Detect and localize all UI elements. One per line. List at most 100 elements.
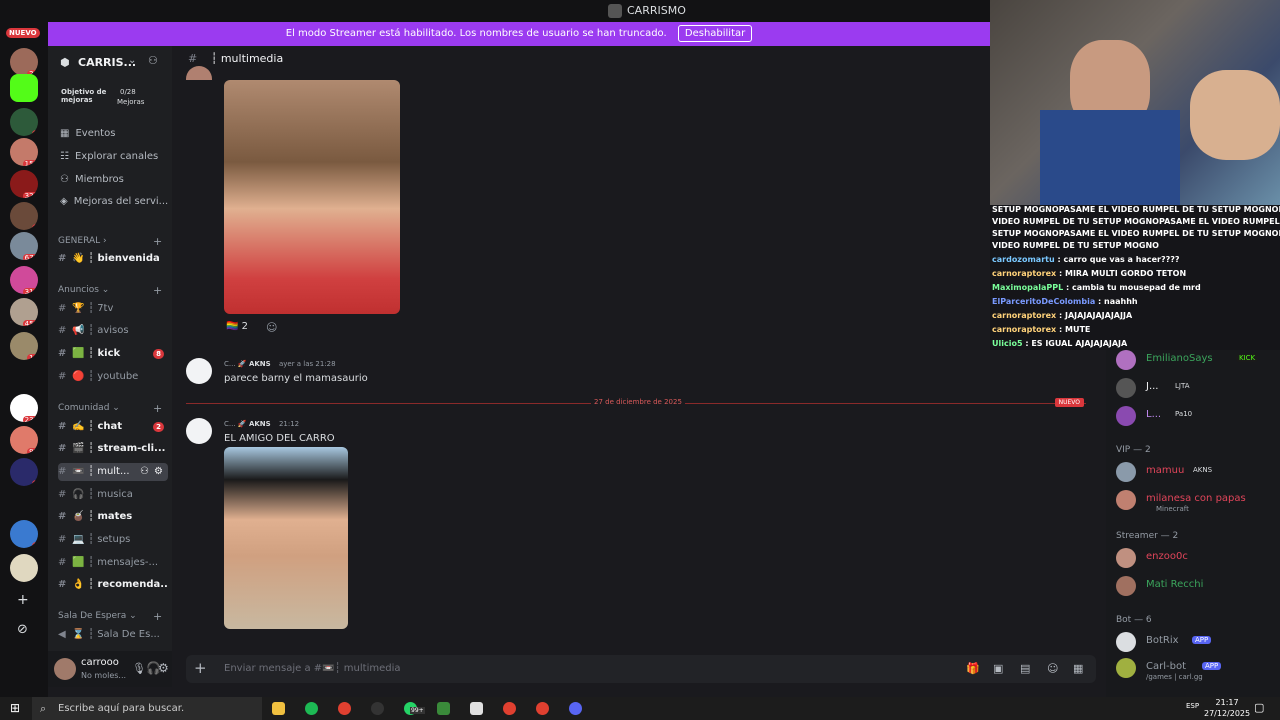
stream-chat-overlay: SETUP MOGNOPASAME EL VIDEO RUMPEL DE TU …	[990, 205, 1280, 350]
avatar[interactable]	[186, 418, 212, 444]
settings-icon[interactable]: ⚙	[154, 463, 163, 481]
gift-icon[interactable]: 🎁	[966, 662, 980, 675]
disable-streamer-button[interactable]: Deshabilitar	[677, 25, 753, 42]
invite-icon[interactable]: ⚇	[140, 463, 149, 481]
chevron-down-icon[interactable]: ⌄	[128, 55, 136, 66]
channel-avisos[interactable]: # 📢 ┆ avisos	[58, 322, 168, 340]
server-icon[interactable]: 672	[10, 232, 38, 260]
category-comunidad[interactable]: Comunidad ⌄ +	[58, 402, 162, 415]
channel-bienvenida[interactable]: # 👋 ┆ bienvenida	[58, 250, 168, 268]
message-author[interactable]: C... 🚀 AKNS ayer a las 21:28	[224, 360, 336, 368]
server-icon: ⬢	[60, 56, 70, 69]
boost-goal[interactable]: Objetivo de mejoras 0/28 Mejoras	[52, 84, 168, 114]
webcam-overlay	[990, 0, 1280, 205]
menu-browse-channels[interactable]: ☷ Explorar canales	[60, 151, 158, 162]
attached-photo[interactable]	[224, 80, 400, 314]
message-composer[interactable]: + Enviar mensaje a #📼┆ multimedia 🎁 ▣ ▤ …	[186, 655, 1096, 683]
language-indicator[interactable]: ESP	[1186, 702, 1199, 710]
chrome-icon[interactable]	[503, 702, 516, 715]
channel-setups[interactable]: # 💻 ┆ setups	[58, 531, 168, 549]
message-author[interactable]: C... 🚀 AKNS 21:12	[224, 420, 299, 428]
server-icon[interactable]: 97	[10, 426, 38, 454]
chrome-icon[interactable]	[338, 702, 351, 715]
microphone-icon[interactable]: 🎙	[132, 662, 146, 675]
chat-line: cardozomartu : carro que vas a hacer????	[992, 255, 1180, 264]
server-icon[interactable]: 1	[10, 202, 38, 230]
reaction[interactable]: 🏳️‍🌈 2	[226, 321, 248, 332]
menu-events[interactable]: ▦ Eventos	[60, 128, 115, 139]
add-attachment-icon[interactable]: +	[194, 659, 207, 677]
clock[interactable]: 21:17 27/12/2025	[1204, 697, 1250, 719]
channel-title: ┆ multimedia	[210, 52, 284, 65]
channel-multimedia[interactable]: # 📼 ┆ mult... ⚇ ⚙	[58, 463, 168, 481]
file-explorer-icon[interactable]	[272, 702, 285, 715]
server-icon[interactable]	[10, 554, 38, 582]
channel-chat[interactable]: # ✍️ ┆ chat 2	[58, 418, 168, 436]
avatar[interactable]	[54, 658, 76, 680]
taskbar-search[interactable]: ⌕ Escribe aquí para buscar.	[32, 697, 262, 720]
new-badge: NUEVO	[6, 28, 40, 38]
server-icon[interactable]: 1	[10, 458, 38, 486]
channel-kick[interactable]: # 🟩 ┆ kick 8	[58, 345, 168, 363]
channel-recomendaciones[interactable]: # 👌 ┆ recomenda...	[58, 576, 168, 594]
channel-musica[interactable]: # 🎧 ┆ musica	[58, 486, 168, 504]
chat-line: carnoraptorex : MUTE	[992, 325, 1091, 334]
chat-line: SETUP MOGNOPASAME EL VIDEO RUMPEL DE TU …	[992, 229, 1280, 238]
avatar[interactable]	[186, 358, 212, 384]
category-sala-espera[interactable]: Sala De Espera ⌄ +	[58, 610, 162, 623]
gif-icon[interactable]: ▣	[993, 662, 1003, 675]
server-icon[interactable]: 2	[10, 520, 38, 548]
server-icon[interactable]: 318	[10, 266, 38, 294]
discord-icon[interactable]	[569, 702, 582, 715]
menu-members[interactable]: ⚇ Miembros	[60, 174, 124, 185]
attached-photo[interactable]	[224, 447, 348, 629]
apps-icon[interactable]: ▦	[1073, 662, 1083, 675]
minecraft-icon[interactable]	[437, 702, 450, 715]
explore-icon[interactable]: ⊘	[17, 622, 28, 637]
channel-stream-clips[interactable]: # 🎬 ┆ stream-cli...	[58, 440, 168, 458]
message-input[interactable]: Enviar mensaje a #📼┆ multimedia	[224, 663, 401, 674]
add-member-icon[interactable]: ⚇	[148, 54, 158, 67]
channel-mates[interactable]: # 🧉 ┆ mates	[58, 508, 168, 526]
server-icon[interactable]: 453	[10, 298, 38, 326]
notifications-icon[interactable]: ▢	[1254, 701, 1264, 714]
notification-badge: 99+	[410, 707, 425, 714]
user-status: No moles...	[81, 671, 127, 680]
emoji-icon[interactable]: ☺	[1047, 662, 1058, 675]
member-list: EmilianoSays KICK J... LJTA L... Pa10 VIP —…	[1106, 350, 1280, 697]
server-icon[interactable]: 152	[10, 138, 38, 166]
channel-sala-de-espera[interactable]: ◀ ⌛ ┆ Sala De Es...	[58, 626, 168, 644]
channel-7tv[interactable]: # 🏆 ┆ 7tv	[58, 300, 168, 318]
obs-icon[interactable]	[371, 702, 384, 715]
chat-line: VIDEO RUMPEL DE TU SETUP MOGNOPASAME EL …	[992, 217, 1280, 226]
streamer-mode-banner: El modo Streamer está habilitado. Los no…	[48, 22, 990, 46]
add-reaction-icon[interactable]: ☺	[266, 321, 277, 334]
chat-line: Ulicio5 : ES IGUAL AJAJAJAJAJA	[992, 339, 1128, 348]
category-anuncios[interactable]: Anuncios ⌄ +	[58, 284, 162, 297]
kick-server-icon[interactable]	[10, 74, 38, 102]
guest-face	[1190, 70, 1280, 160]
add-server-icon[interactable]: +	[17, 592, 29, 608]
app-icon[interactable]	[470, 702, 483, 715]
gear-icon[interactable]: ⚙	[158, 661, 169, 675]
chat-line: ElParceritoDeColombia : naahhh	[992, 297, 1138, 306]
server-icon[interactable]: 320	[10, 170, 38, 198]
chat-line: MaximopalaPPL : cambia tu mousepad de mr…	[992, 283, 1201, 292]
username: carrooo	[81, 657, 119, 668]
server-icon[interactable]: 9	[10, 108, 38, 136]
chat-line: carnoraptorex : MIRA MULTI GORDO TETON	[992, 269, 1187, 278]
chrome-icon[interactable]	[536, 702, 549, 715]
windows-start-icon[interactable]: ⊞	[10, 701, 20, 715]
server-icon[interactable]: 10	[10, 332, 38, 360]
channel-youtube[interactable]: # 🔴 ┆ youtube	[58, 368, 168, 386]
spotify-icon[interactable]	[305, 702, 318, 715]
chat-line: SETUP MOGNOPASAME EL VIDEO RUMPEL DE TU …	[992, 205, 1280, 214]
sticker-icon[interactable]: ▤	[1020, 662, 1030, 675]
menu-boosts[interactable]: ◈ Mejoras del servi...	[60, 196, 168, 207]
server-icon[interactable]: 233	[10, 394, 38, 422]
message-text: EL AMIGO DEL CARRO	[224, 433, 335, 444]
server-icon[interactable]: 26	[10, 48, 38, 76]
channel-mensajes[interactable]: # 🟩 ┆ mensajes-...	[58, 554, 168, 572]
chat-line: VIDEO RUMPEL DE TU SETUP MOGNO	[992, 241, 1159, 250]
category-general[interactable]: GENERAL › +	[58, 235, 162, 248]
